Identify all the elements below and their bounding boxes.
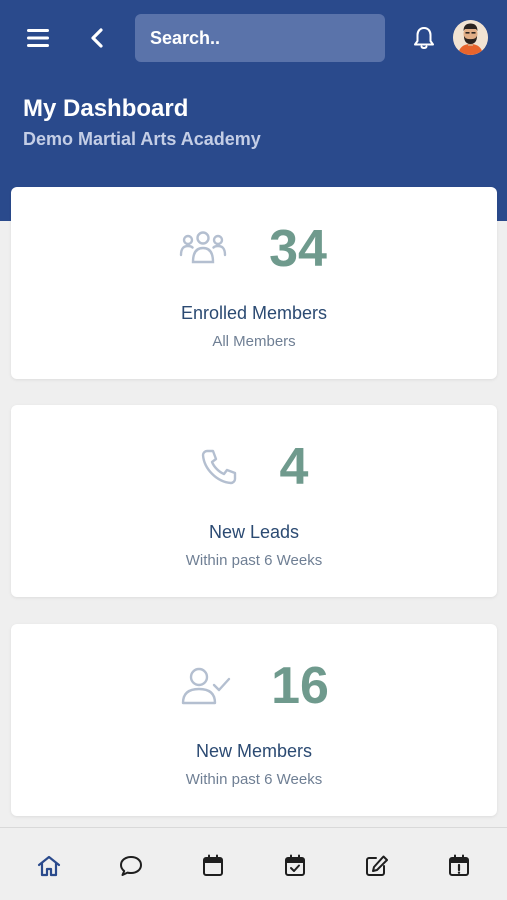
enrolled-members-sublabel: All Members (212, 333, 296, 350)
page-title: My Dashboard (23, 95, 189, 122)
chat-icon[interactable] (117, 852, 145, 880)
new-leads-sublabel: Within past 6 Weeks (185, 552, 323, 569)
user-check-icon (177, 664, 233, 708)
edit-icon[interactable] (363, 852, 391, 880)
new-members-count: 16 (271, 657, 329, 715)
new-leads-label: New Leads (208, 522, 300, 542)
enrolled-members-count: 34 (269, 220, 327, 278)
new-members-label: New Members (195, 741, 313, 761)
menu-icon[interactable] (18, 20, 58, 56)
phone-icon (197, 445, 241, 489)
calendar-check-icon[interactable] (281, 852, 309, 880)
enrolled-members-card[interactable]: 34 Enrolled Members All Members (11, 187, 497, 379)
top-bar (0, 0, 507, 76)
new-leads-count: 4 (279, 438, 309, 496)
new-leads-card[interactable]: 4 New Leads Within past 6 Weeks (11, 405, 497, 597)
bottom-nav (0, 827, 507, 900)
page-subtitle: Demo Martial Arts Academy (23, 129, 261, 149)
new-members-card[interactable]: 16 New Members Within past 6 Weeks (11, 624, 497, 816)
enrolled-members-label: Enrolled Members (180, 303, 328, 323)
back-icon[interactable] (80, 20, 114, 56)
search-input[interactable] (135, 14, 385, 62)
people-group-icon (177, 227, 229, 267)
new-members-sublabel: Within past 6 Weeks (185, 771, 323, 788)
bell-icon[interactable] (406, 20, 442, 56)
calendar-alert-icon[interactable] (445, 852, 473, 880)
calendar-icon[interactable] (199, 852, 227, 880)
avatar[interactable] (453, 20, 488, 55)
home-icon[interactable] (35, 852, 63, 880)
